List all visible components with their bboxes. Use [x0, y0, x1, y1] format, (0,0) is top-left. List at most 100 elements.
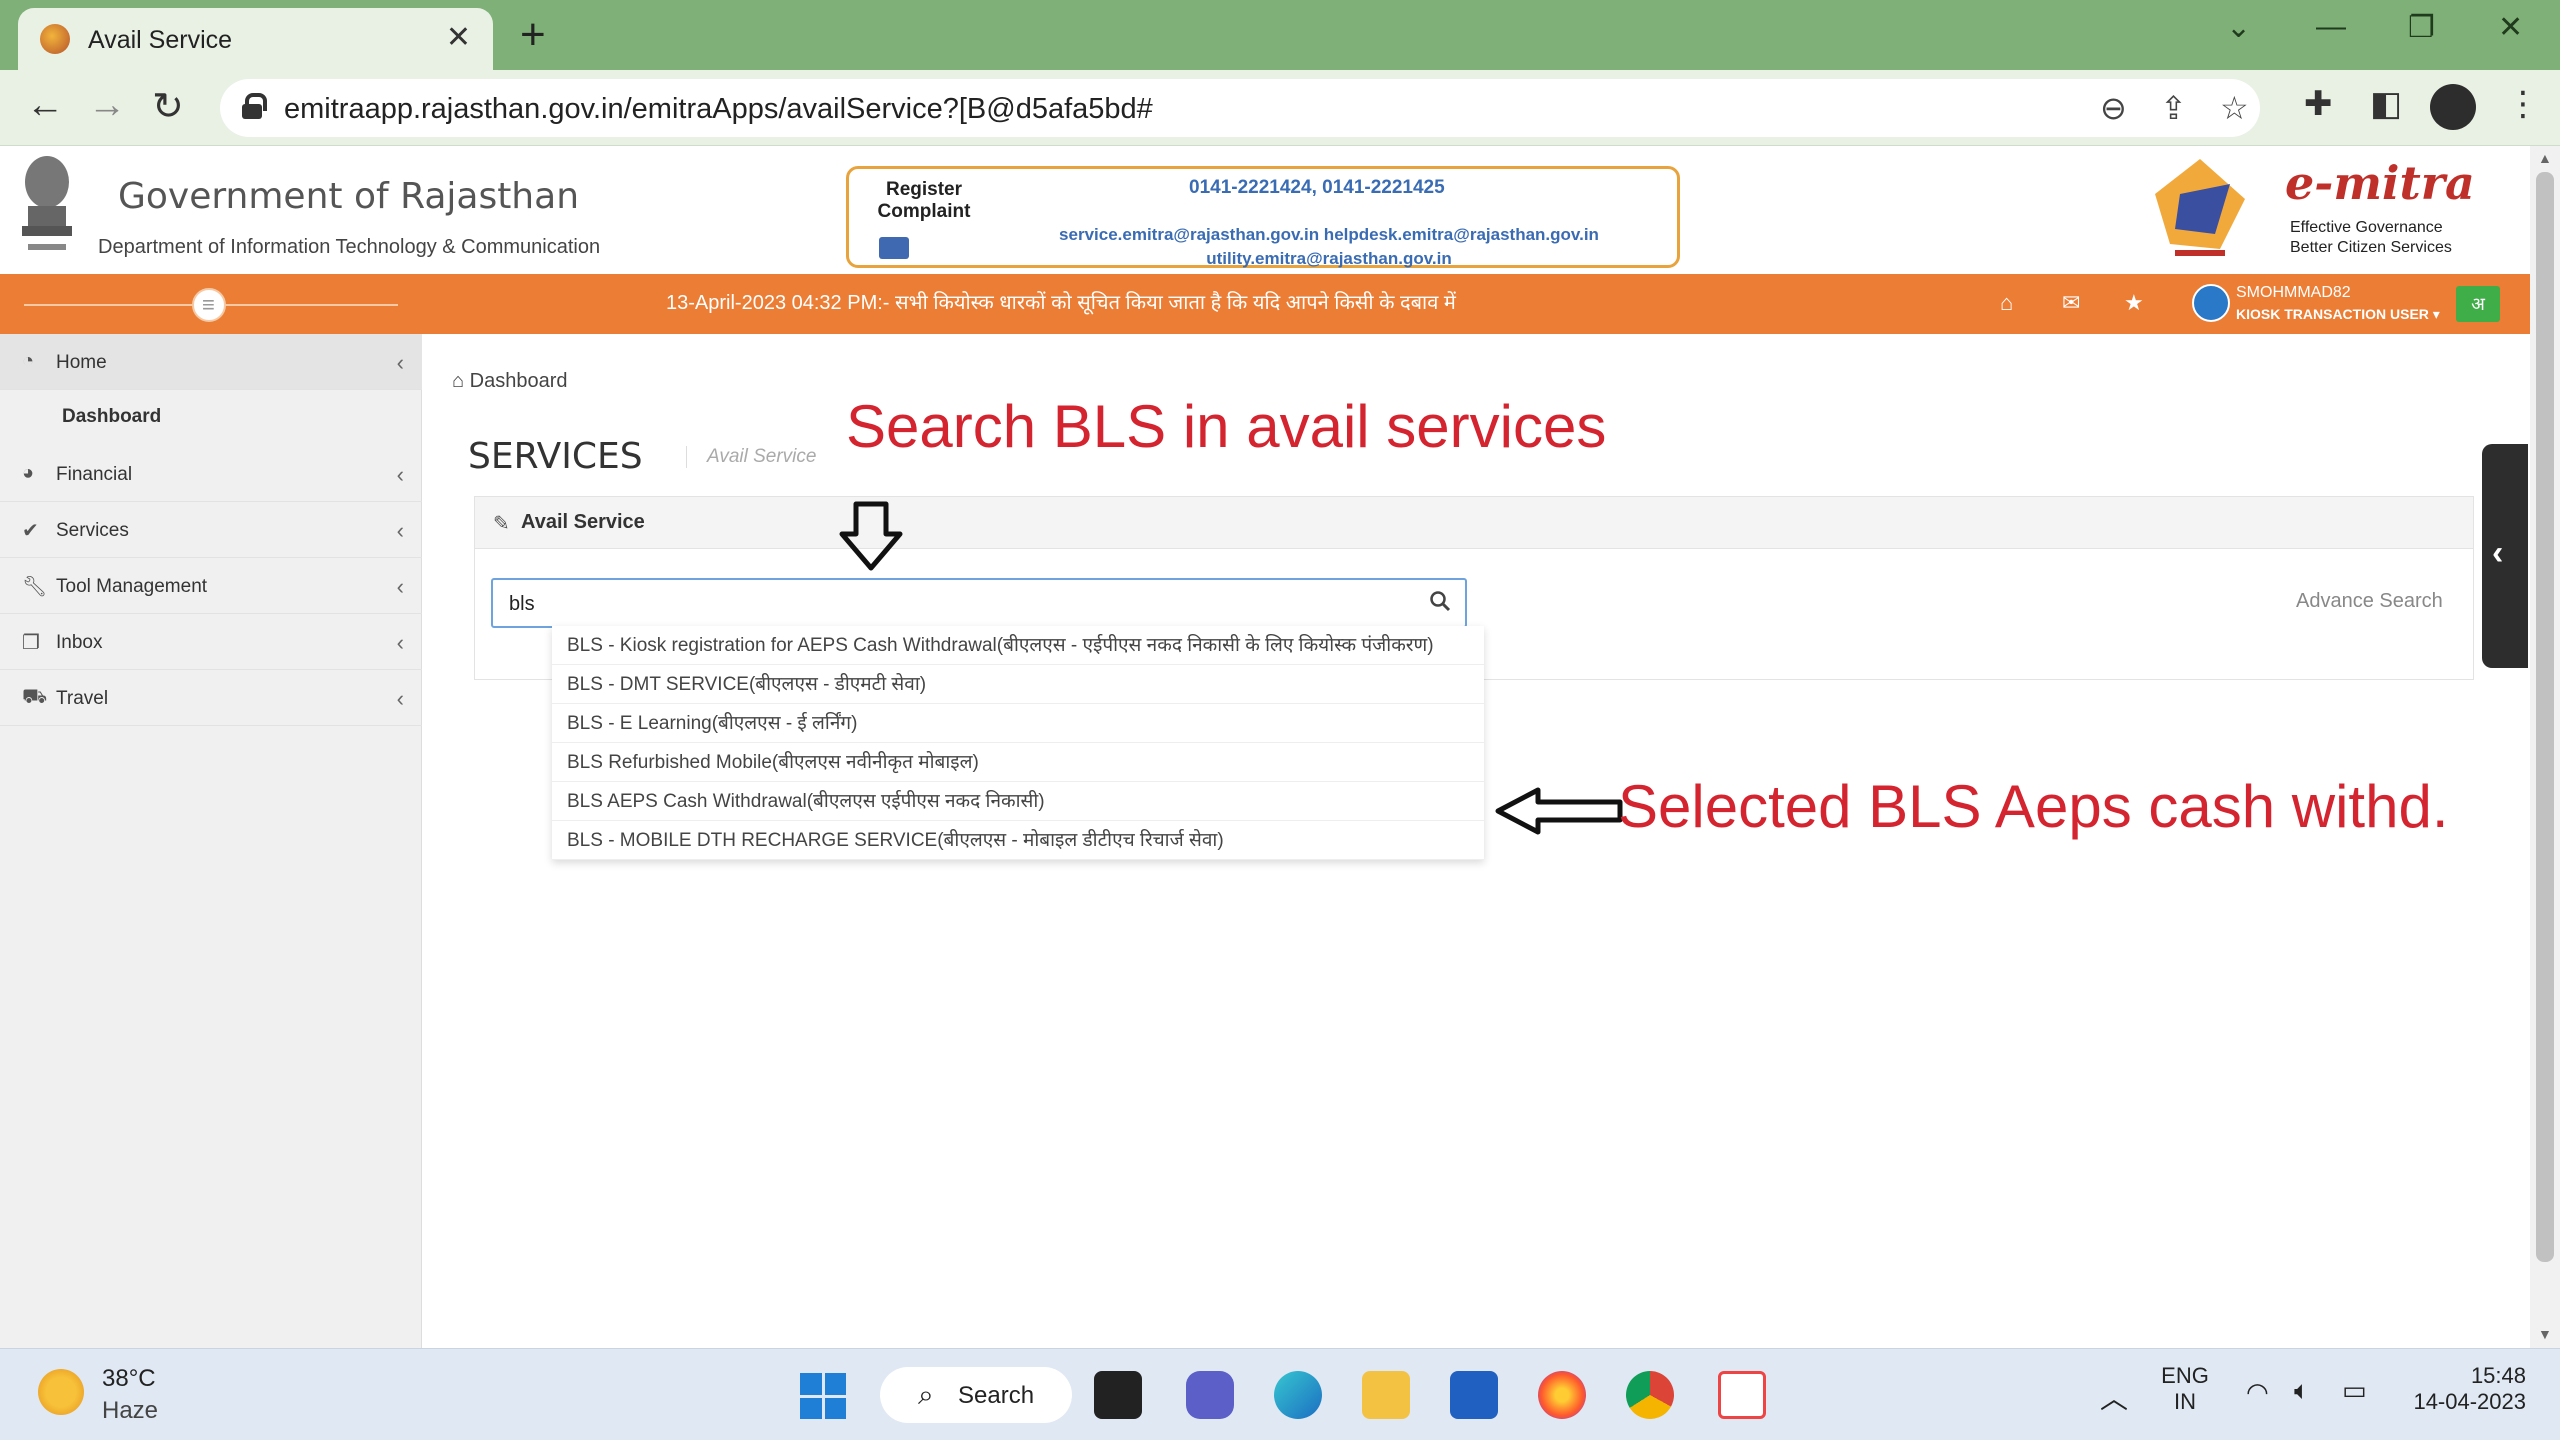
tab-search-chevron-icon[interactable]: ⌄ [2226, 10, 2251, 45]
tab-close-icon[interactable]: ✕ [446, 20, 471, 55]
scroll-down-icon[interactable]: ▼ [2538, 1326, 2552, 1342]
sidebar: ◔ Home ‹ Dashboard ◕ Financial ‹ ✔ Servi… [0, 334, 422, 1348]
weather-description[interactable]: Haze [102, 1397, 158, 1425]
helpline-phones: 0141-2221424, 0141-2221425 [1189, 177, 1445, 198]
back-icon[interactable]: ← [26, 84, 64, 127]
annotation-selected-aeps: Selected BLS Aeps cash withd. [1618, 773, 2449, 840]
suggestion-item[interactable]: BLS - DMT SERVICE(बीएलएस - डीएमटी सेवा) [552, 665, 1484, 704]
user-name[interactable]: SMOHMMAD82 [2236, 284, 2351, 302]
wifi-icon[interactable]: ◠ [2246, 1377, 2269, 1408]
chrome-icon[interactable] [1626, 1371, 1674, 1419]
sidebar-item-services[interactable]: ✔ Services ‹ [0, 502, 422, 558]
suggestion-item[interactable]: BLS - Kiosk registration for AEPS Cash W… [552, 626, 1484, 665]
sidebar-item-label: Services [56, 520, 129, 541]
file-explorer-icon[interactable] [1362, 1371, 1410, 1419]
taskbar-search[interactable]: ⌕ Search [880, 1367, 1072, 1423]
address-bar[interactable]: emitraapp.rajasthan.gov.in/emitraApps/av… [220, 79, 2260, 137]
battery-icon[interactable]: ▭ [2342, 1375, 2367, 1406]
scroll-up-icon[interactable]: ▲ [2538, 150, 2552, 166]
chevron-left-icon[interactable]: ‹ [2492, 534, 2503, 573]
sidebar-subitem-dashboard[interactable]: Dashboard [62, 406, 161, 428]
reload-icon[interactable]: ↻ [152, 84, 184, 129]
suggestion-item[interactable]: BLS Refurbished Mobile(बीएलएस नवीनीकृत म… [552, 743, 1484, 782]
profile-avatar[interactable] [2430, 84, 2476, 130]
browser-tabstrip: Avail Service ✕ + ⌄ — ❐ ✕ [0, 0, 2560, 70]
lock-icon[interactable] [242, 93, 267, 119]
mail-icon[interactable] [879, 237, 909, 259]
service-search-box[interactable] [491, 578, 1467, 628]
page-title: SERVICES [468, 436, 643, 477]
extensions-icon[interactable]: ✚ [2304, 84, 2333, 124]
edge-browser-icon[interactable] [1274, 1371, 1322, 1419]
site-favicon-icon [40, 24, 70, 54]
service-search-input[interactable] [509, 590, 1409, 618]
search-icon[interactable] [1429, 590, 1451, 612]
scrollbar-thumb[interactable] [2536, 172, 2554, 1262]
bookmark-star-icon[interactable]: ☆ [2220, 89, 2249, 127]
car-icon: ⛟ [22, 686, 48, 708]
language-indicator[interactable]: ENG IN [2160, 1363, 2210, 1415]
sidebar-item-inbox[interactable]: ❐ Inbox ‹ [0, 614, 422, 670]
annotation-search-bls: Search BLS in avail services [846, 393, 1607, 460]
page-scrollbar[interactable]: ▲ ▼ [2530, 146, 2560, 1348]
sidebar-item-travel[interactable]: ⛟ Travel ‹ [0, 670, 422, 726]
minimize-icon[interactable]: — [2316, 10, 2346, 44]
right-panel-toggle[interactable]: ‹ [2482, 444, 2528, 668]
windows-start-icon[interactable] [800, 1373, 846, 1419]
microsoft-store-icon[interactable] [1450, 1371, 1498, 1419]
sidebar-item-financial[interactable]: ◕ Financial ‹ [0, 446, 422, 502]
check-circle-icon: ✔ [22, 520, 39, 542]
tray-overflow-icon[interactable]: ︿ [2100, 1377, 2128, 1417]
suggestion-item[interactable]: BLS - E Learning(बीएलएस - ई लर्निंग) [552, 704, 1484, 743]
emitra-logo-icon [2155, 159, 2245, 256]
chevron-left-icon: ‹ [396, 630, 404, 655]
home-icon[interactable]: ⌂ [2000, 290, 2013, 316]
side-panel-icon[interactable]: ◧ [2370, 84, 2402, 124]
helpline-emails: service.emitra@rajasthan.gov.in helpdesk… [989, 223, 1669, 271]
menu-kebab-icon[interactable]: ⋮ [2506, 84, 2540, 124]
pie-chart-icon: ◕ [22, 462, 35, 484]
sidebar-item-home[interactable]: ◔ Home ‹ [0, 334, 422, 390]
task-view-icon[interactable] [1094, 1371, 1142, 1419]
breadcrumb[interactable]: ⌂ Dashboard [452, 370, 568, 393]
suggestion-item[interactable]: BLS - MOBILE DTH RECHARGE SERVICE(बीएलएस… [552, 821, 1484, 860]
window-close-icon[interactable]: ✕ [2498, 10, 2523, 45]
sidebar-toggle-icon[interactable] [192, 288, 226, 322]
arrow-down-icon [839, 501, 903, 571]
weather-sun-icon[interactable] [38, 1369, 84, 1415]
restore-icon[interactable]: ❐ [2408, 10, 2435, 45]
share-icon[interactable]: ⇪ [2160, 89, 2187, 127]
register-complaint-box[interactable]: Register Complaint 0141-2221424, 0141-22… [846, 166, 1680, 268]
forward-icon[interactable]: → [88, 84, 126, 127]
gov-subtitle: Department of Information Technology & C… [98, 236, 601, 258]
user-role-dropdown[interactable]: KIOSK TRANSACTION USER ▾ [2236, 306, 2440, 323]
teams-chat-icon[interactable] [1186, 1371, 1234, 1419]
helpline-emails-line1: service.emitra@rajasthan.gov.in helpdesk… [1059, 225, 1599, 244]
clock-date: 14-04-2023 [2413, 1389, 2526, 1414]
volume-icon[interactable]: 🔈︎ [2294, 1375, 2310, 1407]
site-header: Government of Rajasthan Department of In… [0, 146, 2530, 274]
browser-tab[interactable]: Avail Service ✕ [18, 8, 493, 70]
suggestion-item-selected[interactable]: BLS AEPS Cash Withdrawal(बीएलएस एईपीएस न… [552, 782, 1484, 821]
new-tab-icon[interactable]: + [520, 10, 546, 60]
arrow-left-icon [1495, 787, 1623, 835]
sidebar-item-label: Home [56, 352, 107, 373]
weather-temperature[interactable]: 38°C [102, 1365, 156, 1393]
firefox-icon[interactable] [1538, 1371, 1586, 1419]
url-text[interactable]: emitraapp.rajasthan.gov.in/emitraApps/av… [284, 93, 1153, 126]
snipping-tool-icon[interactable] [1718, 1371, 1766, 1419]
helpline-emails-line2: utility.emitra@rajasthan.gov.in [1206, 249, 1452, 268]
breadcrumb-dashboard[interactable]: Dashboard [470, 370, 568, 392]
sidebar-item-tool-management[interactable]: 🔧︎ Tool Management ‹ [0, 558, 422, 614]
zoom-icon[interactable]: ⊖ [2100, 89, 2127, 127]
taskbar-clock[interactable]: 15:48 14-04-2023 [2400, 1363, 2526, 1415]
panel-title: Avail Service [521, 511, 645, 533]
emitra-tagline-line1: Effective Governance [2290, 219, 2443, 236]
language-toggle-button[interactable]: अ [2456, 286, 2500, 322]
star-icon[interactable]: ★ [2124, 290, 2144, 316]
register-complaint-label[interactable]: Register Complaint [869, 179, 979, 223]
advance-search-link[interactable]: Advance Search [2296, 590, 2443, 613]
language-indicator-top: ENG [2161, 1363, 2209, 1388]
envelope-icon[interactable]: ✉ [2062, 290, 2080, 316]
user-avatar[interactable] [2192, 284, 2230, 322]
